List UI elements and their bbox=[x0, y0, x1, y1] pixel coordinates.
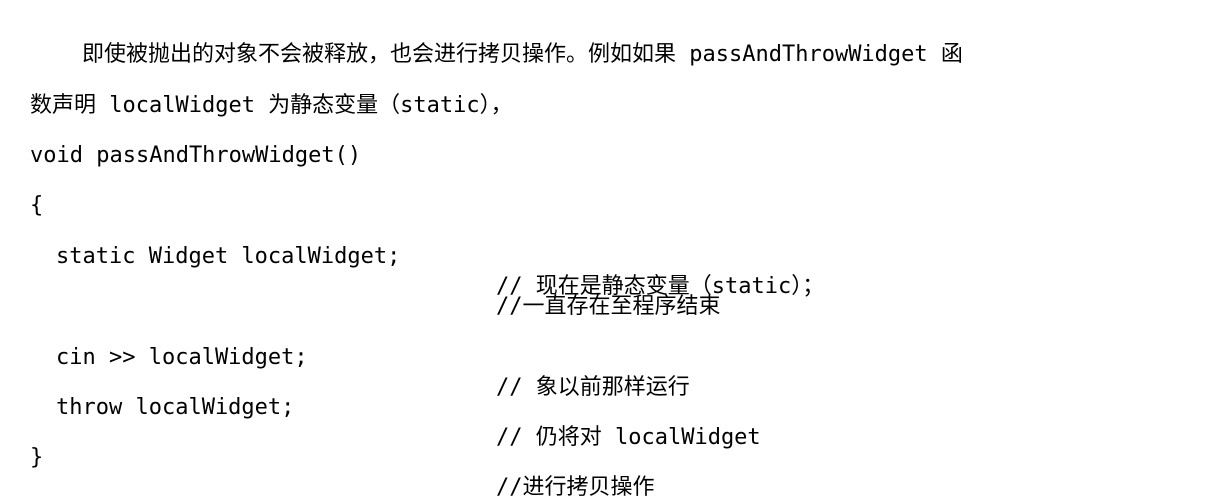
code-comment: //一直存在至程序结束 bbox=[496, 294, 721, 319]
code-line-throw: throw localWidget; // 仍将对 localWidget bbox=[0, 363, 761, 450]
document-page: { "paragraph": { "line1": "即使被抛出的对象不会被释放… bbox=[0, 0, 1211, 500]
code-statement: cin >> localWidget; bbox=[56, 345, 308, 370]
paragraph-line-2: 数声明 localWidget 为静态变量（static）， bbox=[0, 61, 513, 118]
code-line-close-brace: } //进行拷贝操作 bbox=[0, 413, 655, 500]
code-line-comment-continuation: //一直存在至程序结束 bbox=[0, 262, 721, 319]
close-brace: } bbox=[30, 445, 44, 470]
code-comment: // 象以前那样运行 bbox=[496, 375, 690, 400]
code-line-static: static Widget localWidget; // 现在是静态变量（st… bbox=[0, 212, 824, 299]
code-statement: throw localWidget; bbox=[56, 395, 295, 420]
paragraph-line-1: 即使被抛出的对象不会被释放，也会进行拷贝操作。例如如果 passAndThrow… bbox=[0, 10, 963, 67]
code-statement: static Widget localWidget; bbox=[56, 244, 401, 269]
code-line-open-brace: { bbox=[0, 161, 43, 218]
paragraph-text: 即使被抛出的对象不会被释放，也会进行拷贝操作。例如如果 passAndThrow… bbox=[82, 42, 963, 67]
code-line-cin: cin >> localWidget; // 象以前那样运行 bbox=[0, 313, 690, 400]
code-comment: // 仍将对 localWidget bbox=[496, 425, 761, 450]
open-brace: { bbox=[30, 193, 44, 218]
code-comment: //进行拷贝操作 bbox=[496, 475, 655, 500]
paragraph-text: 数声明 localWidget 为静态变量（static）， bbox=[30, 93, 513, 118]
code-line-signature: void passAndThrowWidget() bbox=[0, 111, 361, 168]
function-signature: void passAndThrowWidget() bbox=[30, 143, 362, 168]
